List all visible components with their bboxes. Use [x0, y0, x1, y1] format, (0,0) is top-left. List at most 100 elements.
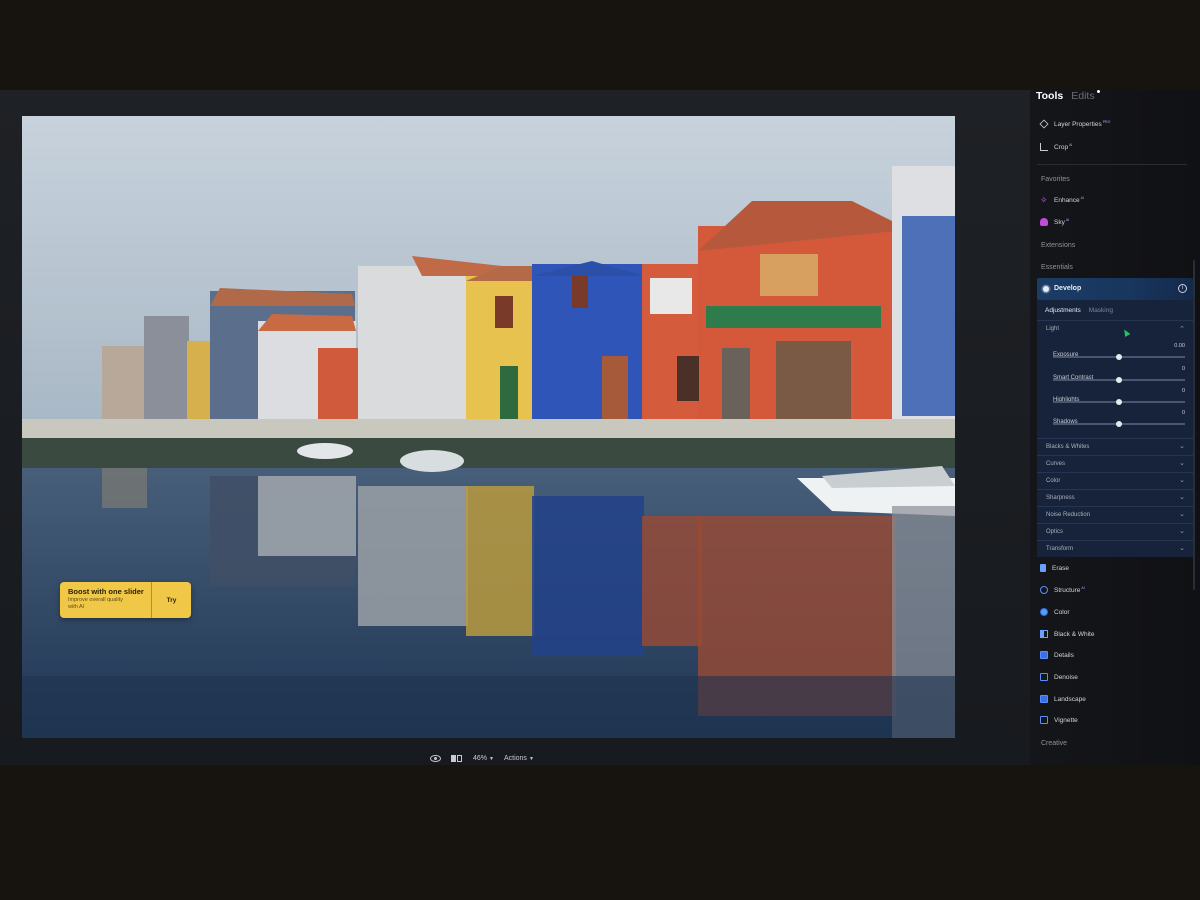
actions-menu[interactable]: Actions ▼ [504, 755, 534, 762]
section-creative: Creative [1041, 740, 1068, 747]
tool-sky[interactable]: SkyAI [1040, 218, 1069, 226]
chevron-down-icon: ⌄ [1179, 443, 1185, 450]
ai-badge: AI [1081, 586, 1085, 590]
info-icon[interactable]: i [1178, 284, 1187, 293]
slider-knob[interactable] [1116, 376, 1122, 383]
slider-smart-contrast[interactable]: Smart Contrast 0 [1053, 366, 1185, 384]
tool-label: Crop [1054, 144, 1069, 152]
tool-label: Sky [1054, 219, 1065, 227]
structure-icon [1040, 586, 1048, 595]
tool-layer-properties[interactable]: Layer PropertiesPRO [1039, 119, 1110, 129]
canvas-bottom-bar: 46% ▼ Actions ▼ [430, 752, 534, 764]
chevron-down-icon: ⌄ [1179, 528, 1185, 535]
group-label: Curves [1046, 461, 1066, 467]
tool-crop[interactable]: CropAI [1040, 143, 1072, 151]
light-section-label[interactable]: Light [1046, 326, 1059, 332]
slider-exposure[interactable]: Exposure 0.00 [1053, 343, 1185, 361]
tab-tools[interactable]: Tools [1036, 90, 1063, 102]
app-window: Boost with one slider Improve overall qu… [0, 90, 1200, 765]
tool-erase[interactable]: Erase [1040, 564, 1069, 572]
denoise-icon [1040, 673, 1048, 681]
group-sharpness[interactable]: Sharpness ⌄ [1037, 489, 1193, 506]
tools-panel: Tools Edits Layer PropertiesPRO CropAI F… [1030, 90, 1200, 765]
slider-knob[interactable] [1116, 353, 1122, 360]
group-label: Optics [1046, 529, 1064, 535]
photo-preview[interactable] [22, 116, 955, 738]
group-optics[interactable]: Optics ⌄ [1037, 523, 1193, 540]
black-white-icon [1040, 630, 1048, 638]
group-label: Transform [1046, 546, 1074, 552]
slider-knob[interactable] [1116, 398, 1122, 405]
tool-denoise[interactable]: Denoise [1040, 673, 1078, 681]
tool-color[interactable]: Color [1040, 608, 1070, 616]
tool-label: Structure [1054, 587, 1081, 595]
zoom-level: 46% [473, 754, 488, 762]
chevron-down-icon: ▼ [489, 755, 494, 762]
tool-label: Layer Properties [1054, 121, 1102, 129]
slider-highlights[interactable]: Highlights 0 [1053, 388, 1185, 406]
slider-value[interactable]: 0 [1182, 388, 1185, 394]
tool-label: Denoise [1054, 673, 1078, 681]
chevron-up-icon[interactable]: ⌃ [1179, 325, 1185, 333]
zoom-select[interactable]: 46% ▼ [473, 755, 494, 762]
tool-label: Vignette [1054, 716, 1078, 724]
tool-black-white[interactable]: Black & White [1040, 630, 1094, 638]
divider [1037, 164, 1187, 165]
landscape-icon [1040, 695, 1048, 703]
eye-icon[interactable] [430, 754, 441, 762]
crop-icon [1040, 143, 1048, 152]
letterbox-top [0, 0, 1200, 90]
group-curves[interactable]: Curves ⌄ [1037, 455, 1193, 472]
tab-masking[interactable]: Masking [1089, 307, 1113, 314]
tool-structure[interactable]: StructureAI [1040, 586, 1085, 594]
color-icon [1040, 608, 1048, 616]
panel-scrollbar[interactable] [1193, 260, 1195, 590]
chevron-down-icon: ⌄ [1179, 460, 1185, 467]
tool-label: Color [1054, 608, 1070, 616]
boost-title: Boost with one slider [68, 587, 144, 596]
sun-icon [1043, 286, 1049, 292]
ai-badge: AI [1080, 196, 1084, 200]
slider-value[interactable]: 0 [1182, 366, 1185, 372]
divider [1037, 320, 1193, 321]
develop-subtabs: Adjustments Masking [1045, 307, 1113, 314]
slider-knob[interactable] [1116, 420, 1122, 427]
compare-icon[interactable] [451, 754, 463, 762]
slider-shadows[interactable]: Shadows 0 [1053, 410, 1185, 428]
group-transform[interactable]: Transform ⌄ [1037, 540, 1193, 557]
group-color[interactable]: Color ⌄ [1037, 472, 1193, 489]
tool-label: Black & White [1054, 630, 1095, 638]
group-label: Sharpness [1046, 495, 1075, 501]
layers-icon [1039, 119, 1049, 129]
slider-value[interactable]: 0.00 [1174, 343, 1185, 349]
group-label: Color [1046, 478, 1061, 484]
group-blacks-whites[interactable]: Blacks & Whites ⌄ [1037, 438, 1193, 455]
develop-title: Develop [1054, 285, 1082, 292]
tab-edits[interactable]: Edits [1071, 90, 1101, 102]
vignette-icon [1040, 716, 1048, 724]
boost-try-button[interactable]: Try [152, 582, 191, 618]
group-label: Noise Reduction [1046, 512, 1091, 518]
chevron-down-icon: ▼ [528, 755, 534, 762]
canvas-area: Boost with one slider Improve overall qu… [0, 90, 1030, 765]
section-essentials: Essentials [1041, 264, 1073, 271]
boost-subtitle-line-1: Improve overall quality [68, 597, 124, 603]
section-extensions[interactable]: Extensions [1041, 242, 1075, 249]
tool-label: Erase [1052, 564, 1069, 572]
ai-badge: AI [1069, 143, 1073, 147]
group-noise-reduction[interactable]: Noise Reduction ⌄ [1037, 506, 1193, 523]
tool-vignette[interactable]: Vignette [1040, 716, 1078, 724]
tool-enhance[interactable]: ✧ EnhanceAI [1040, 195, 1084, 206]
tab-adjustments[interactable]: Adjustments [1045, 307, 1081, 314]
tool-label: Enhance [1054, 197, 1080, 205]
develop-tool-header[interactable]: Develop i [1037, 278, 1193, 300]
boost-subtitle-line-2: with AI [68, 604, 85, 610]
enhance-icon: ✧ [1040, 195, 1048, 206]
chevron-down-icon: ⌄ [1179, 477, 1185, 484]
tool-landscape[interactable]: Landscape [1040, 695, 1086, 703]
letterbox-bottom [0, 765, 1200, 900]
tool-label: Details [1054, 651, 1074, 659]
tool-details[interactable]: Details [1040, 651, 1074, 659]
slider-value[interactable]: 0 [1182, 410, 1185, 416]
details-icon [1040, 651, 1048, 659]
